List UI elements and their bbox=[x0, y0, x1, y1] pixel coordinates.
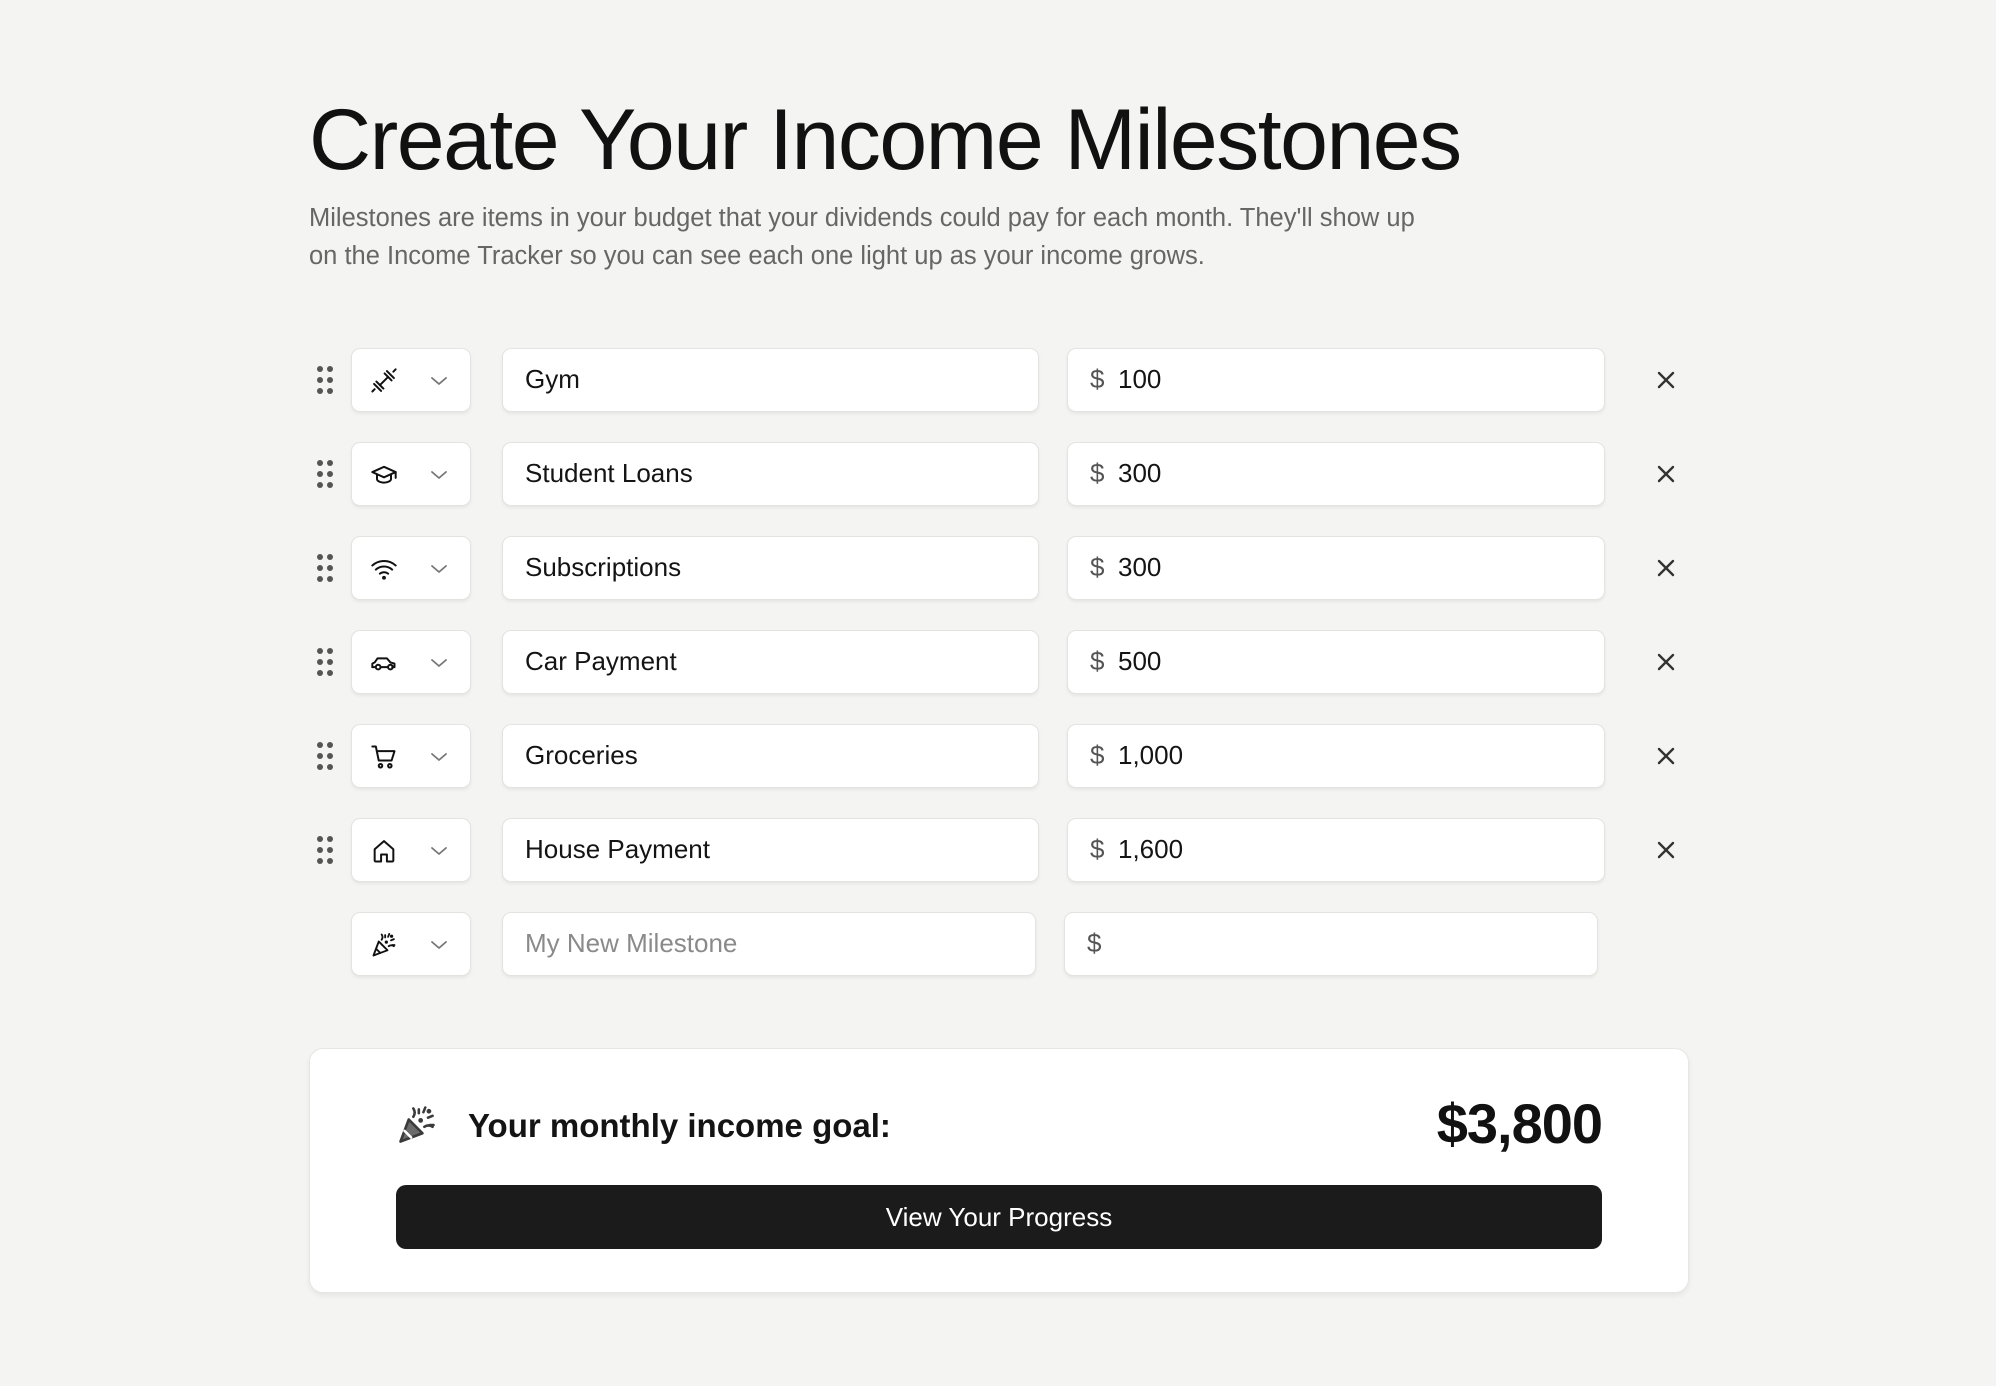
milestone-name-field[interactable] bbox=[502, 536, 1039, 600]
milestone-amount-input[interactable] bbox=[1118, 725, 1588, 786]
milestone-list: $ bbox=[309, 348, 1709, 1006]
milestone-amount-field[interactable]: $ bbox=[1067, 348, 1605, 412]
close-icon[interactable] bbox=[1652, 460, 1680, 488]
currency-symbol: $ bbox=[1090, 552, 1105, 582]
milestone-amount-input[interactable] bbox=[1118, 537, 1588, 598]
close-icon[interactable] bbox=[1652, 836, 1680, 864]
milestone-name-input[interactable] bbox=[525, 443, 1025, 504]
chevron-down-icon bbox=[430, 467, 448, 483]
chevron-down-icon bbox=[430, 655, 448, 671]
drag-handle-icon[interactable] bbox=[315, 553, 335, 583]
currency-symbol: $ bbox=[1090, 646, 1105, 676]
car-icon bbox=[370, 649, 398, 677]
milestone-amount-field[interactable]: $ bbox=[1067, 442, 1605, 506]
milestone-name-input[interactable] bbox=[525, 725, 1025, 786]
milestone-row: $ bbox=[309, 630, 1709, 694]
milestone-name-field[interactable] bbox=[502, 348, 1039, 412]
milestone-amount-field[interactable]: $ bbox=[1067, 630, 1605, 694]
header: Create Your Income Milestones Milestones… bbox=[309, 85, 1709, 275]
milestone-name-field[interactable] bbox=[502, 724, 1039, 788]
milestone-name-field[interactable] bbox=[502, 442, 1039, 506]
milestone-name-input[interactable] bbox=[525, 631, 1025, 692]
icon-picker[interactable] bbox=[351, 442, 471, 506]
milestone-amount-input[interactable] bbox=[1118, 443, 1588, 504]
drag-handle-icon[interactable] bbox=[315, 835, 335, 865]
milestone-row: $ bbox=[309, 818, 1709, 882]
milestone-amount-field[interactable]: $ bbox=[1067, 536, 1605, 600]
milestone-amount-input[interactable] bbox=[1118, 631, 1588, 692]
drag-handle-icon[interactable] bbox=[315, 459, 335, 489]
drag-handle-icon[interactable] bbox=[315, 647, 335, 677]
income-goal-amount: $3,800 bbox=[1436, 1092, 1603, 1155]
page-description: Milestones are items in your budget that… bbox=[309, 204, 1415, 270]
currency-symbol: $ bbox=[1090, 458, 1105, 488]
milestone-amount-input[interactable] bbox=[1118, 349, 1588, 410]
close-icon[interactable] bbox=[1652, 648, 1680, 676]
party-popper-icon bbox=[395, 1103, 439, 1147]
income-goal-card: Your monthly income goal: $3,800 View Yo… bbox=[309, 1048, 1689, 1293]
page-title: Create Your Income Milestones bbox=[309, 92, 1462, 188]
icon-picker[interactable] bbox=[351, 912, 471, 976]
icon-picker[interactable] bbox=[351, 536, 471, 600]
party-popper-icon bbox=[370, 931, 398, 959]
milestone-name-field[interactable] bbox=[502, 630, 1039, 694]
chevron-down-icon bbox=[430, 843, 448, 859]
currency-symbol: $ bbox=[1090, 364, 1105, 394]
close-icon[interactable] bbox=[1652, 554, 1680, 582]
milestone-name-input[interactable] bbox=[525, 537, 1025, 598]
dumbbell-icon bbox=[370, 367, 398, 395]
page: Create Your Income Milestones Milestones… bbox=[0, 0, 1996, 1386]
chevron-down-icon bbox=[430, 749, 448, 765]
close-icon[interactable] bbox=[1652, 742, 1680, 770]
icon-picker[interactable] bbox=[351, 630, 471, 694]
milestone-row: $ bbox=[309, 442, 1709, 506]
icon-picker[interactable] bbox=[351, 818, 471, 882]
income-goal-label: Your monthly income goal: bbox=[468, 1107, 891, 1144]
new-milestone-name-input[interactable] bbox=[525, 913, 1025, 974]
icon-picker[interactable] bbox=[351, 348, 471, 412]
graduation-cap-icon bbox=[370, 461, 398, 489]
house-icon bbox=[370, 837, 398, 865]
milestone-name-input[interactable] bbox=[525, 349, 1025, 410]
shopping-cart-icon bbox=[370, 743, 398, 771]
icon-picker[interactable] bbox=[351, 724, 471, 788]
drag-handle-icon[interactable] bbox=[315, 741, 335, 771]
currency-symbol: $ bbox=[1090, 740, 1105, 770]
new-milestone-row: $ bbox=[309, 912, 1709, 976]
milestone-row: $ bbox=[309, 724, 1709, 788]
drag-handle-icon[interactable] bbox=[315, 365, 335, 395]
new-milestone-name-field[interactable] bbox=[502, 912, 1036, 976]
chevron-down-icon bbox=[430, 373, 448, 389]
milestone-name-field[interactable] bbox=[502, 818, 1039, 882]
milestone-amount-field[interactable]: $ bbox=[1067, 818, 1605, 882]
wifi-icon bbox=[370, 555, 398, 583]
milestone-row: $ bbox=[309, 536, 1709, 600]
currency-symbol: $ bbox=[1090, 834, 1105, 864]
milestone-amount-field[interactable]: $ bbox=[1067, 724, 1605, 788]
milestone-row: $ bbox=[309, 348, 1709, 412]
milestone-name-input[interactable] bbox=[525, 819, 1025, 880]
milestone-amount-input[interactable] bbox=[1118, 819, 1588, 880]
new-milestone-amount-field[interactable]: $ bbox=[1064, 912, 1598, 976]
new-milestone-amount-input[interactable] bbox=[1115, 913, 1585, 974]
currency-symbol: $ bbox=[1087, 928, 1102, 958]
close-icon[interactable] bbox=[1652, 366, 1680, 394]
chevron-down-icon bbox=[430, 561, 448, 577]
chevron-down-icon bbox=[430, 937, 448, 953]
view-progress-button[interactable]: View Your Progress bbox=[396, 1185, 1602, 1249]
